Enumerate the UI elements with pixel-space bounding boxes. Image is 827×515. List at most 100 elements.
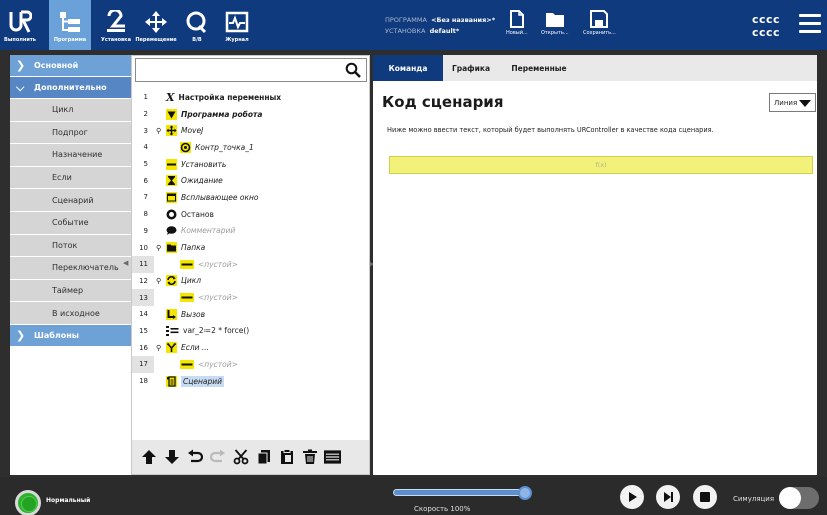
delete-icon[interactable] <box>301 448 318 466</box>
tree-row-number: 4 <box>143 143 148 152</box>
simulation-toggle[interactable] <box>779 487 819 509</box>
search-input[interactable] <box>135 58 367 82</box>
tree-node: Программа робота <box>166 108 263 120</box>
speed-slider-knob[interactable] <box>518 486 532 500</box>
tree-row[interactable]: 9 Комментарий <box>132 223 369 240</box>
tree-row[interactable]: 13 <пустой> <box>132 289 369 306</box>
set-icon <box>166 158 177 170</box>
movej-icon <box>166 125 177 137</box>
save-file-button[interactable]: Сохранить... <box>583 10 616 36</box>
robot-name-line-2: cccc <box>752 26 781 39</box>
move-up-icon[interactable] <box>140 448 157 466</box>
tree-node-label: Цикл <box>181 276 202 286</box>
expand-toggle-icon[interactable]: ⚲ <box>156 244 166 252</box>
expand-toggle-icon[interactable]: ⚲ <box>156 277 166 285</box>
tree-row[interactable]: 16 ⚲ Если ... <box>132 339 369 356</box>
tree-node: Останов <box>166 209 214 220</box>
redo-icon[interactable] <box>209 448 226 466</box>
tree-row[interactable]: 7 Всплывающее окно <box>132 189 369 206</box>
copy-icon[interactable] <box>255 448 272 466</box>
move-tab-button[interactable]: Перемещение <box>135 0 177 50</box>
installation-tab-button[interactable]: Установка <box>95 0 137 50</box>
stop-icon <box>166 209 177 220</box>
tree-row[interactable]: 2 Программа робота <box>132 106 369 123</box>
move-tab-label: Перемещение <box>135 37 177 43</box>
tab-graphics[interactable]: Графика <box>443 55 499 81</box>
nav-advanced[interactable]: ⌵ Дополнительно <box>10 77 133 99</box>
suppress-icon[interactable] <box>324 448 341 466</box>
script-mode-select[interactable]: Линия <box>769 93 816 112</box>
nav-item-assignment[interactable]: Назначение <box>10 144 133 167</box>
tab-command[interactable]: Команда <box>373 55 443 81</box>
log-tab-button[interactable]: Журнал <box>217 0 257 50</box>
top-header: Выполнить Программа Установка Перемещени… <box>0 0 827 50</box>
tree-node: Вызов <box>166 308 205 320</box>
tree-row-number: 15 <box>139 326 148 335</box>
tree-row[interactable]: 15 var_2≔2 * force() <box>132 323 369 340</box>
tree-toolbar <box>132 440 369 474</box>
tree-node: var_2≔2 * force() <box>166 325 249 337</box>
simulation-label: Симуляция <box>733 495 775 503</box>
tree-node-label: MoveJ <box>181 126 204 136</box>
tree-node-label: Установить <box>181 159 227 169</box>
tree-row[interactable]: 4 Контр_точка_1 <box>132 139 369 156</box>
nav-item-home[interactable]: В исходное <box>10 302 133 325</box>
tree-row[interactable]: 12 ⚲ Цикл <box>132 273 369 290</box>
stop-button[interactable] <box>693 485 717 509</box>
waypoint-icon <box>180 141 191 153</box>
nav-item-event[interactable]: Событие <box>10 211 133 235</box>
search-icon[interactable] <box>345 62 361 78</box>
collapse-left-icon[interactable]: ◀ <box>123 259 128 267</box>
tree-row[interactable]: 10 ⚲ Папка <box>132 239 369 256</box>
program-node-nav: ❯ Основной ⌵ Дополнительно Цикл Подпрог На… <box>10 55 133 475</box>
stop-icon <box>700 492 710 502</box>
tree-row[interactable]: 6 Ожидание <box>132 172 369 189</box>
program-tab-button[interactable]: Программа <box>49 0 91 50</box>
tree-row[interactable]: 5 Установить <box>132 156 369 173</box>
tree-row[interactable]: 17 <пустой> <box>132 356 369 373</box>
tree-node-label: Программа робота <box>181 109 263 119</box>
io-tab-button[interactable]: В/В <box>179 0 215 50</box>
speed-slider[interactable] <box>393 486 532 500</box>
expand-toggle-icon[interactable]: ⚲ <box>156 127 166 135</box>
robot-status-icon[interactable] <box>15 490 41 515</box>
nav-item-subprog[interactable]: Подпрог <box>10 121 133 145</box>
command-panel: Команда Графика Переменные Код сценария … <box>373 55 817 475</box>
expand-toggle-icon[interactable]: ⚲ <box>156 344 166 352</box>
tree-row[interactable]: 14 Вызов <box>132 306 369 323</box>
tree-row[interactable]: 11 <пустой> <box>132 255 369 273</box>
script-expression-field[interactable]: f(x) <box>389 156 813 174</box>
loop-icon <box>166 275 177 287</box>
nav-item-loop[interactable]: Цикл <box>10 99 133 122</box>
cut-icon[interactable] <box>232 448 249 466</box>
tree-node: Ожидание <box>166 175 223 187</box>
nav-item-if[interactable]: Если <box>10 166 133 190</box>
play-button[interactable] <box>620 485 644 509</box>
tree-node: <пустой> <box>180 293 238 303</box>
speed-label: Скорость 100% <box>414 505 471 513</box>
program-label: ПРОГРАММА <box>385 16 427 24</box>
program-tree-icon <box>58 8 82 36</box>
nav-item-script[interactable]: Сценарий <box>10 189 133 212</box>
tree-row[interactable]: 1 X Настройка переменных <box>132 89 369 106</box>
nav-item-timer[interactable]: Таймер <box>10 279 133 303</box>
nav-item-thread[interactable]: Поток <box>10 234 133 258</box>
x-variable-icon: X <box>166 90 175 104</box>
move-down-icon[interactable] <box>163 448 180 466</box>
open-file-button[interactable]: Открыть... <box>541 10 569 36</box>
nav-item-switch[interactable]: Переключатель <box>10 257 133 280</box>
undo-icon[interactable] <box>186 448 203 466</box>
tree-node: MoveJ <box>166 125 204 137</box>
paste-icon[interactable] <box>278 448 295 466</box>
tab-variables[interactable]: Переменные <box>499 55 579 81</box>
nav-advanced-label: Дополнительно <box>34 83 107 92</box>
step-button[interactable] <box>656 485 680 509</box>
tree-row[interactable]: 8 Останов <box>132 206 369 223</box>
nav-basic[interactable]: ❯ Основной <box>10 55 133 77</box>
tree-row[interactable]: 3 ⚲ MoveJ <box>132 122 369 139</box>
tree-row[interactable]: 18 Сценарий <box>132 373 369 390</box>
hamburger-menu-icon[interactable] <box>799 14 821 34</box>
new-file-button[interactable]: Новый... <box>506 10 528 36</box>
run-tab-button[interactable]: Выполнить <box>0 0 40 50</box>
nav-templates[interactable]: ❯ Шаблоны <box>10 324 133 347</box>
